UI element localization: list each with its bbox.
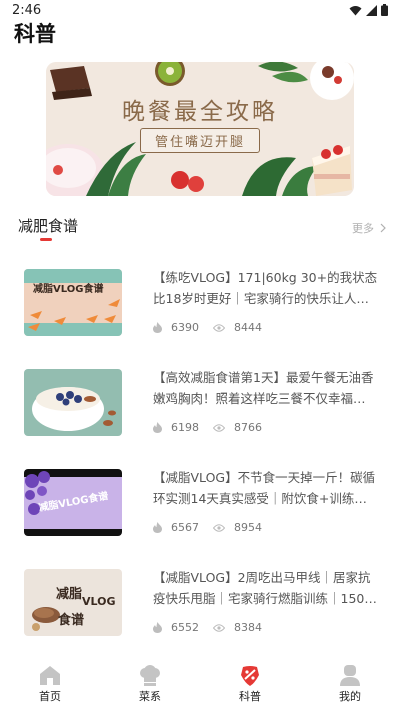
likes-stat: 6552: [153, 621, 213, 634]
more-link-label: 更多: [352, 222, 374, 235]
flame-icon: [153, 322, 162, 333]
likes-count: 6552: [171, 621, 199, 634]
likes-stat: 6198: [153, 421, 213, 434]
recipe-stats: 6567 8954: [153, 521, 273, 534]
tab-profile[interactable]: 我的: [300, 658, 400, 711]
recipe-description: 【减脂VLOG】不节食一天掉一斤！碳循环实测14天真实感受｜附饮食+训练详细记录: [153, 470, 376, 506]
science-icon: [241, 666, 259, 686]
views-count: 8954: [234, 521, 262, 534]
recipe-thumbnail: 减脂VLOG食谱: [24, 269, 122, 336]
bottom-tab-bar: 首页 菜系 科普 我的: [0, 658, 400, 711]
tab-cuisine[interactable]: 菜系: [100, 658, 200, 711]
chevron-right-icon: [380, 223, 386, 233]
views-stat: 8954: [213, 521, 273, 534]
promo-banner[interactable]: 晚餐最全攻略 管住嘴迈开腿: [46, 62, 354, 196]
thumbnail-caption: 减脂VLOG食谱: [33, 284, 104, 295]
recipe-list-item[interactable]: 【高效减脂食谱第1天】最爱午餐无油香嫩鸡胸肉！照着这样吃三餐不仅幸福还能瘦 61…: [0, 355, 400, 455]
section-title-underline: [40, 238, 52, 241]
thumbnail-caption-line-1: 减脂: [56, 587, 83, 602]
likes-stat: 6390: [153, 321, 213, 334]
user-icon: [340, 665, 360, 686]
recipe-thumbnail: 减脂VLOG食谱: [24, 469, 122, 536]
eye-icon: [213, 623, 225, 632]
recipe-list-item[interactable]: 减脂 VLOG 食谱 【减脂VLOG】2周吃出马甲线｜居家抗疫快乐甩脂｜宅家骑行…: [0, 555, 400, 655]
tab-home-label: 首页: [39, 690, 61, 703]
recipe-description: 【减脂VLOG】2周吃出马甲线｜居家抗疫快乐甩脂｜宅家骑行燃脂训练｜150天记录: [153, 570, 377, 606]
views-stat: 8766: [213, 421, 273, 434]
flame-icon: [153, 422, 162, 433]
views-count: 8444: [234, 321, 262, 334]
tab-science[interactable]: 科普: [200, 658, 300, 711]
page-title: 科普: [14, 22, 56, 46]
chef-hat-icon: [140, 665, 160, 686]
recipe-description: 【练吃VLOG】171|60kg 30+的我状态比18岁时更好｜宅家骑行的快乐让…: [153, 270, 378, 306]
recipe-description: 【高效减脂食谱第1天】最爱午餐无油香嫩鸡胸肉！照着这样吃三餐不仅幸福还能瘦: [153, 370, 378, 406]
flame-icon: [153, 522, 162, 533]
status-time: 2:46: [12, 3, 42, 18]
tab-home[interactable]: 首页: [0, 658, 100, 711]
views-stat: 8384: [213, 621, 273, 634]
banner-subtitle: 管住嘴迈开腿: [139, 128, 261, 153]
banner-title: 晚餐最全攻略: [122, 99, 278, 125]
recipe-list-item[interactable]: 减脂VLOG食谱 【减脂VLOG】不节食一天掉一斤！碳循环实测14天真实感受｜附…: [0, 455, 400, 555]
views-count: 8384: [234, 621, 262, 634]
home-icon: [40, 666, 60, 685]
recipe-stats: 6552 8384: [153, 621, 273, 634]
likes-count: 6198: [171, 421, 199, 434]
recipe-stats: 6198 8766: [153, 421, 273, 434]
views-count: 8766: [234, 421, 262, 434]
more-link[interactable]: 更多: [352, 220, 386, 236]
recipe-list: 减脂VLOG食谱 【练吃VLOG】171|60kg 30+的我状态比18岁时更好…: [0, 255, 400, 655]
recipe-stats: 6390 8444: [153, 321, 273, 334]
battery-icon: [381, 4, 388, 16]
status-bar: 2:46: [0, 0, 400, 20]
likes-count: 6390: [171, 321, 199, 334]
wifi-icon: [349, 5, 362, 15]
thumbnail-caption-line-3: 食谱: [58, 613, 85, 628]
recipe-thumbnail: 减脂 VLOG 食谱: [24, 569, 122, 636]
tab-cuisine-label: 菜系: [139, 690, 161, 703]
thumbnail-caption-line-2: VLOG: [82, 595, 116, 608]
recipe-thumbnail: [24, 369, 122, 436]
eye-icon: [213, 423, 225, 432]
likes-count: 6567: [171, 521, 199, 534]
tab-profile-label: 我的: [339, 690, 361, 703]
tab-science-label: 科普: [239, 690, 261, 703]
status-icons: [349, 4, 388, 16]
recipe-list-item[interactable]: 减脂VLOG食谱 【练吃VLOG】171|60kg 30+的我状态比18岁时更好…: [0, 255, 400, 355]
flame-icon: [153, 622, 162, 633]
cellular-signal-icon: [366, 4, 377, 16]
eye-icon: [213, 523, 225, 532]
eye-icon: [213, 323, 225, 332]
likes-stat: 6567: [153, 521, 213, 534]
section-title: 减肥食谱: [18, 217, 79, 235]
views-stat: 8444: [213, 321, 273, 334]
